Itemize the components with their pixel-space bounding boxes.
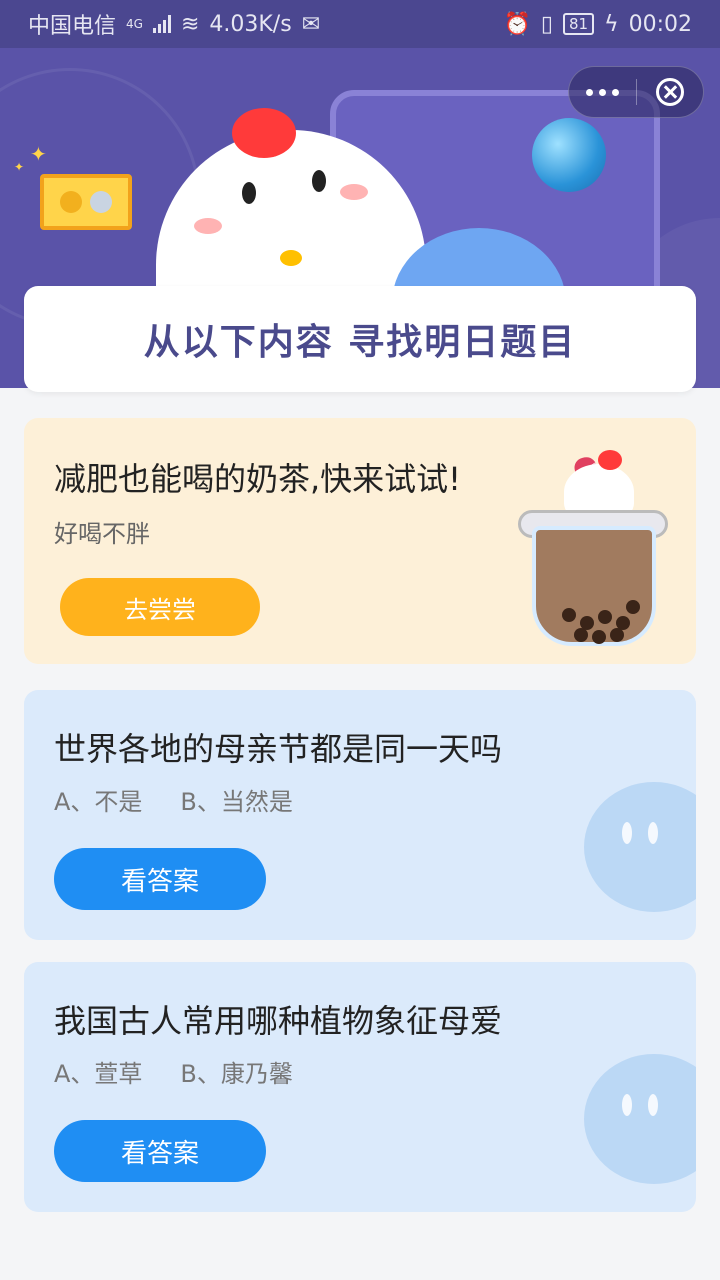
pearl [592, 630, 606, 644]
sparkle-icon: ✦ [30, 142, 47, 166]
promo-card: 减肥也能喝的奶茶,快来试试! 好喝不胖 去尝尝 [24, 418, 696, 664]
signal-icon [152, 15, 171, 33]
silver-medal-icon [90, 191, 112, 213]
miniprogram-capsule [568, 66, 704, 118]
question-title: 世界各地的母亲节都是同一天吗 [54, 730, 503, 768]
network-speed: 4.03K/s [209, 11, 292, 37]
chick-eye [242, 182, 256, 204]
wifi-icon: ≋ [180, 11, 200, 37]
chick-eye [312, 170, 326, 192]
pearl [598, 610, 612, 624]
question-title: 我国古人常用哪种植物象征母爱 [54, 1002, 503, 1040]
try-it-button[interactable]: 去尝尝 [60, 578, 260, 636]
question-options: A、不是 B、当然是 [54, 782, 293, 817]
milk-tea-illustration [518, 450, 668, 652]
mini-chick-comb [598, 450, 622, 470]
option-b: B、康乃馨 [180, 1060, 293, 1088]
planet-icon [532, 118, 606, 192]
ghost-decoration-icon [584, 1054, 696, 1184]
vibrate-icon: ▯ [540, 11, 553, 37]
pearl [574, 628, 588, 642]
pearl [562, 608, 576, 622]
clock: 00:02 [628, 11, 692, 37]
alarm-icon: ⏰ [503, 11, 531, 37]
chick-cheek [194, 218, 222, 234]
cup-body [532, 526, 656, 646]
more-dots-icon [611, 88, 619, 96]
carrier-label: 中国电信 [28, 14, 117, 39]
medal-plaque-icon [40, 174, 132, 230]
pearl [626, 600, 640, 614]
more-button[interactable] [569, 67, 636, 117]
battery-level: 81 [562, 13, 595, 35]
status-bar: 中国电信 4G ≋ 4.03K/s ✉ ⏰ ▯ 81 ϟ 00:02 [0, 0, 720, 48]
more-dots-icon [598, 88, 606, 96]
sparkle-icon: ✦ [14, 160, 25, 174]
network-type: 4G [126, 17, 143, 31]
option-b: B、当然是 [180, 788, 293, 816]
status-left: 中国电信 4G ≋ 4.03K/s ✉ [28, 8, 320, 40]
promo-title: 减肥也能喝的奶茶,快来试试! [54, 460, 462, 498]
promo-subtitle: 好喝不胖 [54, 520, 150, 548]
close-circle-icon [655, 78, 684, 106]
view-answer-button[interactable]: 看答案 [54, 848, 266, 910]
status-right: ⏰ ▯ 81 ϟ 00:02 [503, 12, 692, 37]
more-dots-icon [585, 88, 593, 96]
close-button[interactable] [637, 67, 704, 117]
chick-comb [232, 108, 296, 158]
view-answer-button[interactable]: 看答案 [54, 1120, 266, 1182]
title-card: 从以下内容 寻找明日题目 [24, 286, 696, 392]
pearl [610, 628, 624, 642]
charging-icon: ϟ [604, 11, 619, 37]
gold-medal-icon [60, 191, 82, 213]
chick-cheek [340, 184, 368, 200]
question-card: 世界各地的母亲节都是同一天吗 A、不是 B、当然是 看答案 [24, 690, 696, 940]
question-options: A、萱草 B、康乃馨 [54, 1054, 293, 1089]
question-card: 我国古人常用哪种植物象征母爱 A、萱草 B、康乃馨 看答案 [24, 962, 696, 1212]
option-a: A、不是 [54, 788, 143, 816]
chick-beak [280, 250, 302, 266]
wechat-icon: ✉ [301, 11, 321, 37]
option-a: A、萱草 [54, 1060, 143, 1088]
ghost-decoration-icon [584, 782, 696, 912]
page-title: 从以下内容 寻找明日题目 [143, 322, 577, 363]
